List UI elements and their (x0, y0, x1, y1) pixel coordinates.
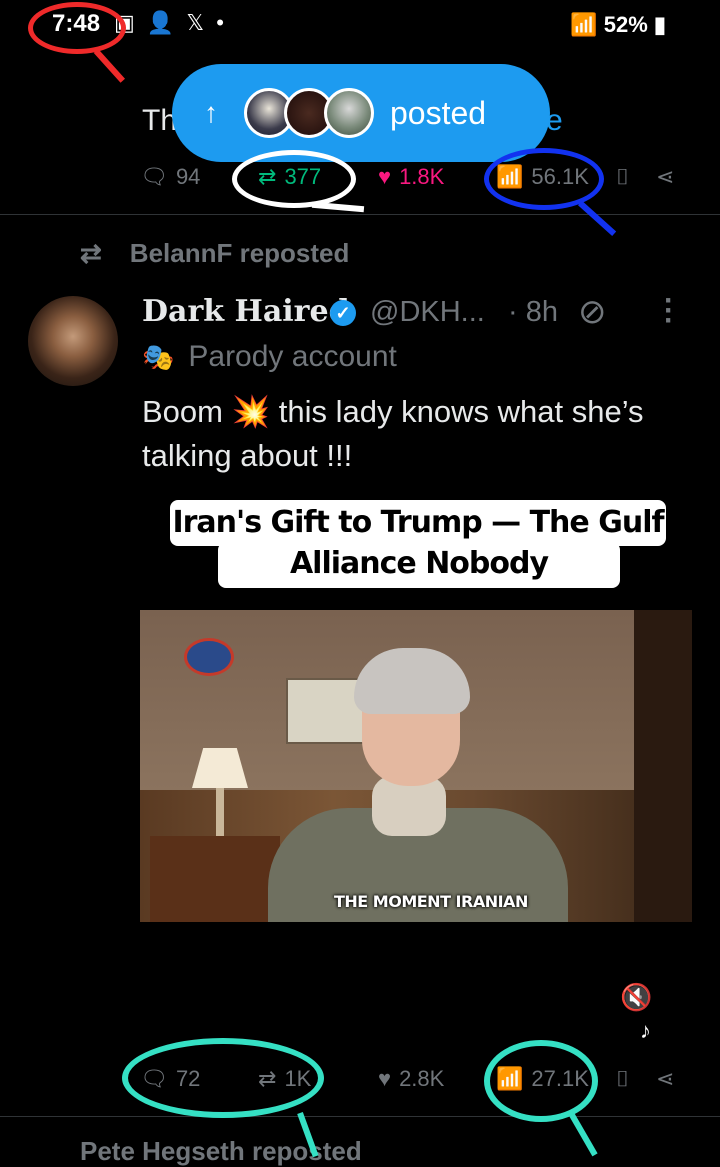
avatar (324, 88, 374, 138)
annotation-circle-teal (484, 1040, 598, 1122)
pill-avatars (244, 88, 374, 138)
video-caption: THE MOMENT IRANIAN (334, 892, 528, 911)
prev-share-button[interactable]: ⋖ (656, 164, 674, 190)
channel-logo-icon (184, 638, 234, 676)
tiktok-icon: ♪ (640, 1018, 651, 1043)
share-icon: ⋖ (656, 164, 675, 189)
author-name[interactable]: Dark Haired (142, 294, 350, 329)
mute-icon[interactable]: 🔇 (620, 982, 652, 1013)
repost-icon: ⇄ (80, 238, 102, 268)
divider (0, 1116, 720, 1117)
annotation-circle-red (28, 2, 126, 54)
share-button[interactable]: ⋖ (656, 1066, 674, 1092)
video-banner-line2: Alliance Nobody Expected (218, 542, 620, 625)
tweet-time[interactable]: · 8h (508, 296, 558, 329)
video-player[interactable] (140, 610, 692, 922)
video-banner-line1: Iran's Gift to Trump — The Gulf (170, 500, 666, 546)
video-shelf (634, 610, 692, 922)
repost-label: BelannF reposted (129, 238, 350, 268)
like-button[interactable]: ♥ 2.8K (378, 1066, 444, 1092)
parody-label: Parody account (188, 340, 397, 373)
grok-icon[interactable]: ⊘ (578, 292, 607, 332)
heart-icon: ♥ (378, 1066, 392, 1091)
divider (0, 214, 720, 215)
prev-reply-button[interactable]: 🗨 94 (140, 164, 200, 190)
repost-header[interactable]: ⇄ BelannF reposted (80, 238, 349, 269)
prev-bookmark-button[interactable]: ⌷ (616, 164, 629, 190)
prev-like-button[interactable]: ♥ 1.8K (378, 164, 444, 190)
share-icon: ⋖ (656, 1066, 675, 1091)
tweet-text: Boom 💥 this lady knows what she’s talkin… (142, 394, 644, 473)
like-count: 1.8K (399, 164, 445, 189)
bookmark-icon: ⌷ (616, 1066, 630, 1091)
video-table (150, 836, 280, 922)
annotation-tail-red (93, 48, 125, 83)
bookmark-icon: ⌷ (616, 164, 630, 189)
author-handle[interactable]: @DKH... (370, 296, 485, 329)
annotation-tail-blue (577, 200, 617, 237)
annotation-circle-white (232, 150, 356, 208)
reply-icon: 🗨 (140, 164, 168, 189)
parody-label-row: 🎭 Parody account (142, 340, 397, 374)
author-avatar[interactable] (28, 296, 118, 386)
reply-count: 94 (175, 164, 201, 189)
battery-percent: 52% (603, 12, 648, 37)
verified-badge-icon: ✓ (330, 300, 356, 326)
mask-icon: 🎭 (142, 341, 175, 372)
bookmark-button[interactable]: ⌷ (616, 1066, 629, 1092)
like-count: 2.8K (399, 1066, 445, 1091)
heart-icon: ♥ (378, 164, 392, 189)
arrow-up-icon: ↑ (204, 97, 218, 128)
video-lamp-base (216, 788, 224, 838)
pill-label: posted (390, 94, 487, 131)
status-notification-icons: ▣ 👤 𝕏 • (114, 10, 227, 35)
new-posts-pill[interactable]: ↑ posted (172, 64, 550, 162)
wifi-icon: 📶 (570, 12, 604, 37)
annotation-circle-blue (484, 148, 604, 210)
annotation-circle-teal (122, 1038, 324, 1118)
annotation-tail-white (311, 201, 365, 213)
next-repost-header[interactable]: Pete Hegseth reposted (80, 1136, 362, 1167)
status-battery: 📶 52% ▮ (570, 12, 666, 38)
more-options-icon[interactable]: · · · (664, 286, 674, 336)
battery-icon: ▮ (647, 12, 666, 37)
